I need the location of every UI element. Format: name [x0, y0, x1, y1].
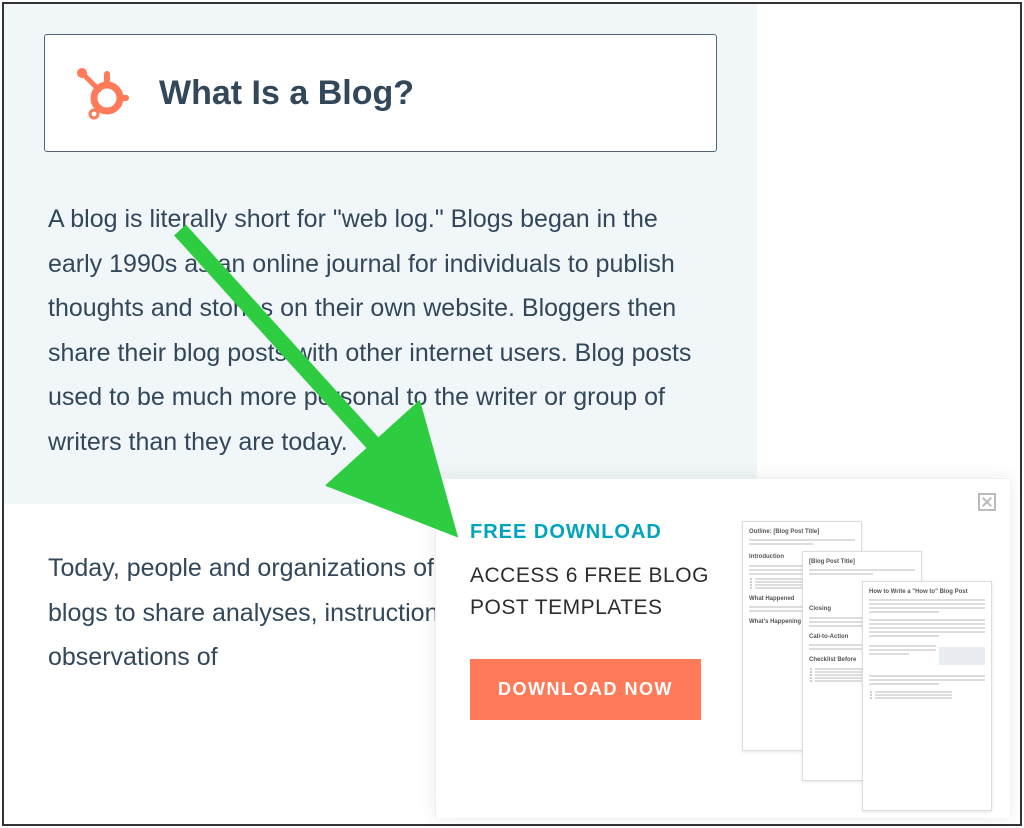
article-paragraph-1: A blog is literally short for "web log."…: [48, 197, 713, 464]
popup-eyebrow: FREE DOWNLOAD: [470, 521, 730, 544]
cta-popup: FREE DOWNLOAD ACCESS 6 FREE BLOG POST TE…: [435, 478, 1010, 818]
template-thumb-3: How to Write a "How to" Blog Post: [862, 581, 992, 811]
hubspot-sprocket-icon: [73, 65, 129, 121]
templates-preview: Outline: [Blog Post Title] Introduction …: [742, 521, 980, 788]
heading-card: What Is a Blog?: [44, 34, 717, 152]
popup-headline: ACCESS 6 FREE BLOG POST TEMPLATES: [470, 560, 730, 623]
heading-title: What Is a Blog?: [159, 74, 414, 113]
close-icon[interactable]: [978, 493, 996, 511]
download-now-button[interactable]: DOWNLOAD NOW: [470, 659, 701, 720]
